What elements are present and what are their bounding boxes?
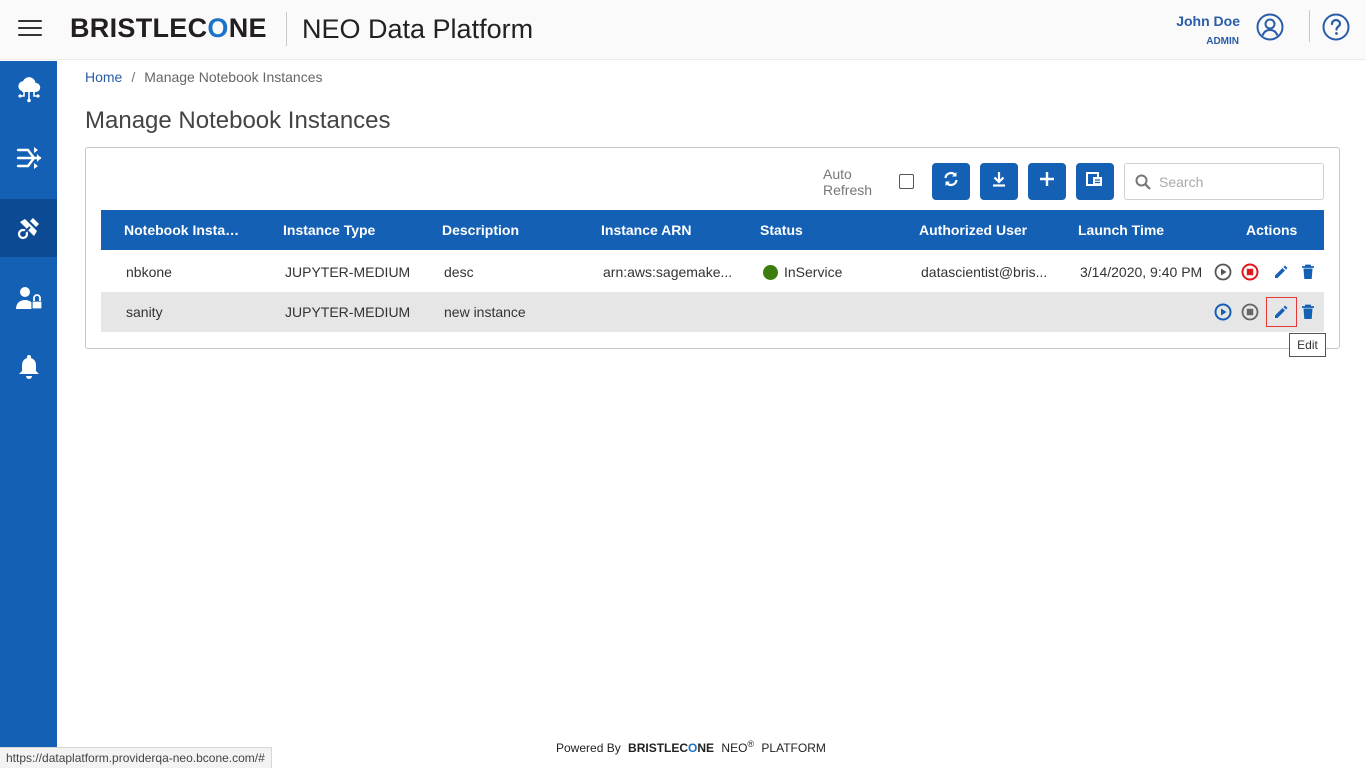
user-role: ADMIN: [1206, 36, 1239, 47]
footer-brand-logo: BRISTLECONE: [628, 741, 714, 755]
auto-refresh-label: Auto Refresh: [823, 166, 872, 198]
col-launch-time[interactable]: Launch Time: [1078, 210, 1198, 250]
auto-refresh-checkbox[interactable]: [899, 174, 914, 189]
edit-icon[interactable]: [1272, 263, 1290, 281]
col-notebook-instance[interactable]: Notebook Instan...: [124, 210, 242, 250]
notebook-tools-icon[interactable]: [0, 199, 57, 257]
cell-description: desc: [444, 264, 474, 280]
page-title: Manage Notebook Instances: [85, 107, 391, 134]
app-header: BRISTLECONE NEO Data Platform John Doe A…: [0, 0, 1366, 60]
add-instance-button[interactable]: [1028, 163, 1066, 200]
delete-icon[interactable]: [1299, 263, 1317, 281]
cell-description: new instance: [444, 304, 526, 320]
table-row[interactable]: sanity JUPYTER-MEDIUM new instance: [101, 292, 1324, 332]
footer-brand-o: O: [688, 741, 698, 755]
header-divider: [286, 12, 287, 46]
delete-icon[interactable]: [1299, 303, 1317, 321]
logo-o: O: [207, 13, 229, 43]
footer: Powered By BRISTLECONE NEO® PLATFORM: [556, 739, 826, 755]
col-authorized-user[interactable]: Authorized User: [919, 210, 1059, 250]
cell-arn: arn:aws:sagemake...: [603, 264, 733, 280]
logo-text-start: BRISTLEC: [70, 13, 208, 43]
table-header: Notebook Instan... Instance Type Descrip…: [101, 210, 1324, 250]
start-icon[interactable]: [1214, 303, 1232, 321]
stop-icon: [1241, 303, 1259, 321]
breadcrumb: Home / Manage Notebook Instances: [85, 69, 322, 85]
auto-refresh-label-line2: Refresh: [823, 182, 873, 198]
export-button[interactable]: [1076, 163, 1114, 200]
user-account-icon[interactable]: [1256, 13, 1284, 41]
user-name[interactable]: John Doe: [1176, 13, 1240, 29]
footer-neo: NEO: [721, 741, 748, 755]
cell-launch-time: 3/14/2020, 9:40 PM: [1080, 264, 1203, 280]
col-actions: Actions: [1246, 222, 1298, 238]
user-lock-icon[interactable]: [0, 269, 57, 327]
search-icon: [1135, 174, 1151, 195]
breadcrumb-current: Manage Notebook Instances: [144, 69, 323, 85]
search-input[interactable]: [1159, 172, 1314, 192]
download-button[interactable]: [980, 163, 1018, 200]
logo-text-end: NE: [228, 13, 267, 43]
cell-type: JUPYTER-MEDIUM: [285, 304, 411, 320]
breadcrumb-home-link[interactable]: Home: [85, 69, 122, 85]
header-divider-2: [1309, 10, 1310, 42]
cell-name: sanity: [126, 304, 163, 320]
hamburger-menu-icon[interactable]: [18, 20, 42, 40]
footer-brand-end: NE: [697, 741, 715, 755]
cell-status: InService: [763, 252, 913, 292]
status-text: InService: [784, 264, 843, 280]
cell-type: JUPYTER-MEDIUM: [285, 264, 411, 280]
col-status[interactable]: Status: [760, 210, 900, 250]
cell-name: nbkone: [126, 264, 172, 280]
footer-brand-start: BRISTLEC: [628, 741, 689, 755]
edit-focus-highlight: [1266, 297, 1297, 327]
status-dot-icon: [763, 265, 778, 280]
refresh-button[interactable]: [932, 163, 970, 200]
footer-registered: ®: [747, 739, 755, 749]
table-row[interactable]: nbkone JUPYTER-MEDIUM desc arn:aws:sagem…: [101, 252, 1324, 292]
help-icon[interactable]: [1322, 13, 1350, 41]
start-icon[interactable]: [1214, 263, 1232, 281]
search-box[interactable]: [1124, 163, 1324, 200]
pipeline-icon[interactable]: [0, 129, 57, 187]
stop-icon[interactable]: [1241, 263, 1259, 281]
cloud-network-icon[interactable]: [0, 61, 57, 119]
breadcrumb-separator: /: [131, 69, 136, 85]
status-bar-url: https://dataplatform.providerqa-neo.bcon…: [0, 747, 272, 768]
cell-user: datascientist@bris...: [921, 264, 1048, 280]
powered-by-text: Powered By: [556, 741, 621, 755]
edit-tooltip: Edit: [1289, 333, 1326, 357]
export-icon: [1085, 170, 1105, 193]
bell-icon[interactable]: [0, 337, 57, 395]
sidebar: [0, 61, 57, 768]
download-icon: [990, 170, 1008, 193]
auto-refresh-label-line1: Auto: [823, 166, 852, 182]
col-instance-type[interactable]: Instance Type: [283, 210, 423, 250]
footer-platform: PLATFORM: [761, 741, 826, 755]
refresh-icon: [942, 170, 960, 193]
add-icon: [1038, 170, 1056, 193]
brand-logo[interactable]: BRISTLECONE: [70, 13, 267, 44]
app-title: NEO Data Platform: [302, 14, 534, 44]
col-description[interactable]: Description: [442, 210, 582, 250]
col-instance-arn[interactable]: Instance ARN: [601, 210, 741, 250]
